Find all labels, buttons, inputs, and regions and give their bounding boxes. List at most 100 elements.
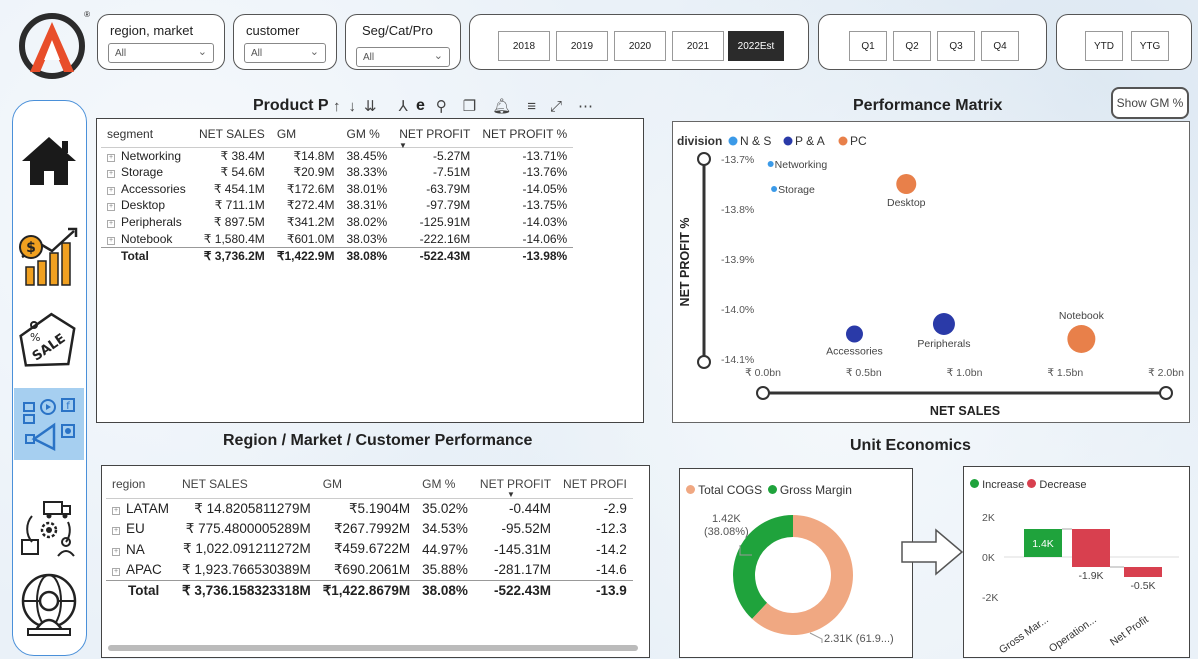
- nav-finance[interactable]: $: [14, 222, 84, 290]
- quarter-button-q2[interactable]: Q2: [893, 31, 931, 61]
- copy-icon[interactable]: ❐: [463, 97, 476, 115]
- year-button-2022est[interactable]: 2022Est: [728, 31, 784, 61]
- table-cell: ₹ 711.1M: [214, 198, 265, 213]
- table-row[interactable]: + Accessories ₹ 454.1M ₹172.6M 38.01% -63.79M…: [101, 180, 573, 197]
- expand-plus-icon[interactable]: +: [107, 153, 115, 162]
- nav-sales[interactable]: SALE %: [14, 308, 84, 376]
- x-category-label: Operation...: [1047, 614, 1099, 655]
- segment-name: Accessories: [121, 181, 186, 196]
- x-slider-handle-left[interactable]: [756, 386, 770, 400]
- table-cell: ₹601.0M: [286, 231, 335, 246]
- x-slider-handle-right[interactable]: [1159, 386, 1173, 400]
- year-button-2020[interactable]: 2020: [614, 31, 666, 61]
- focus-mode-icon[interactable]: ⤢: [550, 98, 562, 115]
- nav-supply-chain[interactable]: [14, 495, 84, 563]
- table-cell: -14.06%: [522, 231, 568, 246]
- table-row[interactable]: + EU ₹ 775.4800005289M ₹267.7992M 34.53% -95.…: [106, 519, 633, 540]
- donut-gm-pct: (38.08%): [704, 526, 749, 538]
- table-cell: -281.17M: [493, 562, 552, 577]
- filter-dropdown[interactable]: All ⌄: [108, 43, 214, 63]
- scatter-point-storage[interactable]: [771, 186, 778, 192]
- table-header-row: segment NET SALES GM GM % NET PROFIT NET…: [101, 121, 574, 148]
- alert-bell-icon[interactable]: 🔔︎: [492, 97, 511, 115]
- y-slider-handle-bottom[interactable]: [697, 355, 711, 369]
- table-cell: ₹272.4M: [286, 198, 335, 213]
- quarter-button-q4[interactable]: Q4: [981, 31, 1019, 61]
- legend-decrease-label: Decrease: [1039, 479, 1087, 491]
- region-perf-title: Region / Market / Customer Performance: [223, 432, 533, 449]
- filter-seg-cat-pro[interactable]: Seg/Cat/Pro All ⌄: [345, 14, 461, 70]
- table-cell: ₹14.8M: [293, 148, 335, 163]
- more-options-icon[interactable]: ⋯: [578, 97, 593, 115]
- table-total-row: Total ₹ 3,736.158323318M ₹1,422.8679M 38.08…: [106, 579, 633, 601]
- quarter-button-q1[interactable]: Q1: [849, 31, 887, 61]
- table-row[interactable]: + Peripherals ₹ 897.5M ₹341.2M 38.02% -125.91…: [101, 214, 573, 231]
- expand-plus-icon[interactable]: +: [107, 236, 115, 245]
- ytd-button[interactable]: YTD: [1085, 31, 1123, 61]
- col-gm[interactable]: GM: [270, 121, 341, 148]
- col-gm[interactable]: GM: [316, 470, 417, 499]
- show-gm-button[interactable]: Show GM %: [1111, 87, 1189, 119]
- col-net-profit-pct[interactable]: NET PROFI: [557, 470, 633, 499]
- table-cell: ₹ 14.8205811279M: [194, 500, 311, 516]
- segment-name: Networking: [121, 148, 182, 163]
- expand-level-icon[interactable]: ⇊: [364, 97, 377, 115]
- nav-executive[interactable]: [14, 570, 84, 638]
- expand-plus-icon[interactable]: +: [112, 568, 120, 576]
- expand-plus-icon[interactable]: +: [112, 547, 120, 556]
- col-region[interactable]: region: [106, 470, 176, 499]
- scatter-point-peripherals[interactable]: [932, 313, 955, 335]
- scatter-point-networking[interactable]: [767, 161, 774, 167]
- filter-region-market[interactable]: region, market All ⌄: [97, 14, 225, 70]
- table-row[interactable]: + LATAM ₹ 14.8205811279M ₹5.1904M 35.02% -0.4…: [106, 498, 633, 519]
- scatter-point-accessories[interactable]: [845, 325, 863, 343]
- col-net-profit-pct[interactable]: NET PROFIT %: [476, 121, 574, 148]
- filter-customer[interactable]: customer All ⌄: [233, 14, 337, 70]
- col-net-profit[interactable]: NET PROFIT: [473, 470, 558, 499]
- col-gm-pct[interactable]: GM %: [416, 470, 474, 499]
- legend-dot-gm: [767, 485, 777, 494]
- expand-plus-icon[interactable]: +: [107, 203, 115, 212]
- table-cell: ₹ 1,923.766530389M: [182, 561, 311, 577]
- year-button-2021[interactable]: 2021: [672, 31, 724, 61]
- expand-plus-icon[interactable]: +: [112, 507, 120, 515]
- table-row[interactable]: + Networking ₹ 38.4M ₹14.8M 38.45% -5.27M -13.…: [101, 147, 573, 164]
- y-slider-handle-top[interactable]: [697, 152, 711, 166]
- filter-icon[interactable]: ≡: [527, 98, 536, 115]
- scatter-point-notebook[interactable]: [1067, 325, 1096, 353]
- col-net-sales[interactable]: NET SALES: [176, 470, 317, 499]
- col-segment[interactable]: segment: [101, 121, 193, 148]
- expand-plus-icon[interactable]: +: [107, 186, 115, 195]
- nav-home[interactable]: [14, 127, 84, 195]
- filter-dropdown[interactable]: All ⌄: [244, 43, 326, 63]
- point-label: Desktop: [887, 197, 926, 209]
- expand-plus-icon[interactable]: +: [107, 220, 115, 229]
- ytg-button[interactable]: YTG: [1131, 31, 1169, 61]
- year-button-2018[interactable]: 2018: [498, 31, 550, 61]
- drill-up-icon[interactable]: ↑: [333, 98, 341, 115]
- drill-down-icon[interactable]: ↓: [349, 98, 357, 115]
- waterfall-bar[interactable]: [1124, 567, 1162, 577]
- filter-dropdown[interactable]: All ⌄: [356, 47, 450, 67]
- donut-legend: Total COGS Gross Margin: [686, 483, 852, 497]
- scatter-point-desktop[interactable]: [896, 174, 917, 194]
- table-row[interactable]: + APAC ₹ 1,923.766530389M ₹690.2061M 35.88% -…: [106, 560, 633, 581]
- horizontal-scrollbar[interactable]: [108, 645, 638, 651]
- quarter-button-q3[interactable]: Q3: [937, 31, 975, 61]
- table-row[interactable]: + Storage ₹ 54.6M ₹20.9M 38.33% -7.51M -13.76%: [101, 164, 573, 181]
- table-row[interactable]: + NA ₹ 1,022.091211272M ₹459.6722M 44.97% -14…: [106, 539, 633, 560]
- nav-marketing-active[interactable]: f: [14, 388, 84, 460]
- col-gm-pct[interactable]: GM %: [340, 121, 394, 148]
- year-button-2019[interactable]: 2019: [556, 31, 608, 61]
- supply-chain-icon: [21, 501, 75, 557]
- expand-plus-icon[interactable]: +: [107, 170, 115, 179]
- waterfall-bar[interactable]: [1072, 529, 1110, 567]
- bar-value-label: -1.9K: [1078, 570, 1103, 582]
- col-net-sales[interactable]: NET SALES: [193, 121, 271, 148]
- table-row[interactable]: + Notebook ₹ 1,580.4M ₹601.0M 38.03% -222.16M…: [101, 230, 573, 247]
- expand-plus-icon[interactable]: +: [112, 527, 120, 536]
- table-row[interactable]: + Desktop ₹ 711.1M ₹272.4M 38.31% -97.79M -13.…: [101, 197, 573, 214]
- drill-all-icon[interactable]: ⅄: [399, 97, 408, 115]
- unit-econ-title: Unit Economics: [850, 437, 971, 454]
- pin-icon[interactable]: ⚲: [436, 97, 447, 115]
